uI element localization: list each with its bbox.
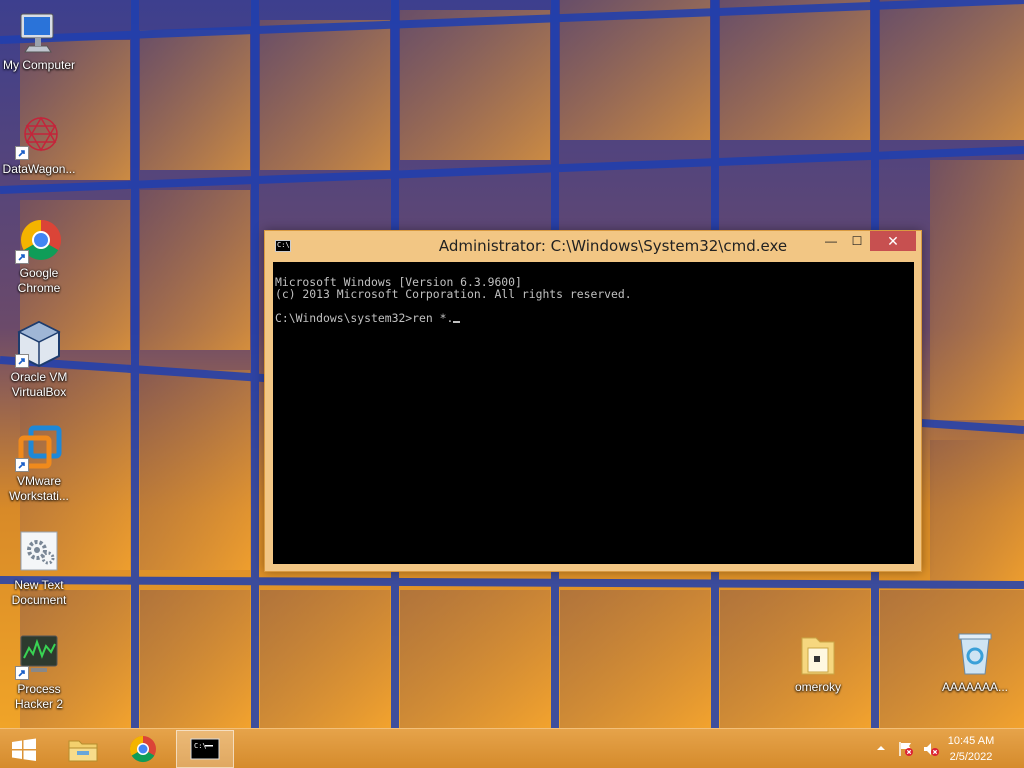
text-cursor xyxy=(453,321,461,323)
taskbar-cmd[interactable]: C:\ xyxy=(176,730,234,768)
desktop-icon-recycle-bin[interactable]: AAAAAAA... xyxy=(936,630,1014,695)
desktop-icon-label: New Text Document xyxy=(11,578,67,607)
cmd-icon: C:\ xyxy=(190,738,220,760)
desktop-icon-my-computer[interactable]: My Computer xyxy=(0,8,78,73)
settings-document-icon xyxy=(15,528,63,576)
console-line: (c) 2013 Microsoft Corporation. All righ… xyxy=(275,287,632,301)
desktop-icon-omeroky-folder[interactable]: omeroky xyxy=(779,630,857,695)
taskbar: C:\ 10:45 AM 2/5/2022 xyxy=(0,728,1024,768)
desktop-icon-label: Oracle VM VirtualBox xyxy=(10,370,68,399)
shortcut-arrow-icon xyxy=(15,458,29,472)
action-center-button[interactable] xyxy=(897,740,915,763)
desktop-icon-label: Google Chrome xyxy=(17,266,61,295)
maximize-button[interactable]: ☐ xyxy=(843,231,871,251)
desktop-icon-google-chrome[interactable]: Google Chrome xyxy=(0,216,78,296)
desktop-icon-virtualbox[interactable]: Oracle VM VirtualBox xyxy=(0,320,78,400)
start-button[interactable] xyxy=(0,730,48,768)
svg-text:C:\: C:\ xyxy=(194,742,207,750)
desktop-icon-label: VMware Workstati... xyxy=(9,474,69,503)
taskbar-file-explorer[interactable] xyxy=(54,730,112,768)
shortcut-arrow-icon xyxy=(15,146,29,160)
chrome-icon xyxy=(129,735,156,763)
vmware-icon xyxy=(15,424,63,472)
clock-date: 2/5/2022 xyxy=(949,751,993,763)
window-titlebar[interactable]: C:\ Administrator: C:\Windows\System32\c… xyxy=(265,231,921,261)
console-output[interactable]: Microsoft Windows [Version 6.3.9600] (c) … xyxy=(273,262,914,564)
show-hidden-icons-button[interactable] xyxy=(875,741,887,759)
desktop-icon-vmware[interactable]: VMware Workstati... xyxy=(0,424,78,504)
console-prompt-line[interactable]: C:\Windows\system32>ren *. xyxy=(275,312,912,324)
desktop-icon-label: omeroky xyxy=(794,680,841,694)
recycle-bin-icon xyxy=(951,630,999,678)
folder-icon xyxy=(794,630,842,678)
desktop-icon-label: AAAAAAA... xyxy=(941,680,1009,694)
desktop-icon-new-text-document[interactable]: New Text Document xyxy=(0,528,78,608)
shortcut-arrow-icon xyxy=(15,666,29,680)
desktop-icon-label: DataWagon... xyxy=(2,162,76,176)
chevron-up-icon xyxy=(877,746,885,750)
shortcut-arrow-icon xyxy=(15,354,29,368)
desktop-icon-label: Process Hacker 2 xyxy=(14,682,64,711)
virtualbox-icon xyxy=(15,320,63,368)
cmd-window[interactable]: C:\ Administrator: C:\Windows\System32\c… xyxy=(264,230,922,572)
computer-icon xyxy=(15,8,63,56)
desktop-icon-datawagon[interactable]: DataWagon... xyxy=(0,112,78,177)
taskbar-clock[interactable]: 10:45 AM 2/5/2022 xyxy=(936,733,1006,765)
clock-time: 10:45 AM xyxy=(947,735,995,747)
chrome-icon xyxy=(15,216,63,264)
close-button[interactable]: ✕ xyxy=(870,231,916,251)
datawagon-icon xyxy=(15,112,63,160)
folder-icon xyxy=(68,740,98,762)
desktop-icon-label: My Computer xyxy=(2,58,76,72)
windows-logo-icon xyxy=(12,738,36,761)
flag-icon xyxy=(899,742,913,756)
taskbar-chrome[interactable] xyxy=(114,730,172,768)
minimize-button[interactable]: — xyxy=(817,231,845,251)
console-command-text: C:\Windows\system32>ren *. xyxy=(275,311,454,325)
process-hacker-icon xyxy=(15,632,63,680)
shortcut-arrow-icon xyxy=(15,250,29,264)
desktop-icon-process-hacker[interactable]: Process Hacker 2 xyxy=(0,632,78,712)
